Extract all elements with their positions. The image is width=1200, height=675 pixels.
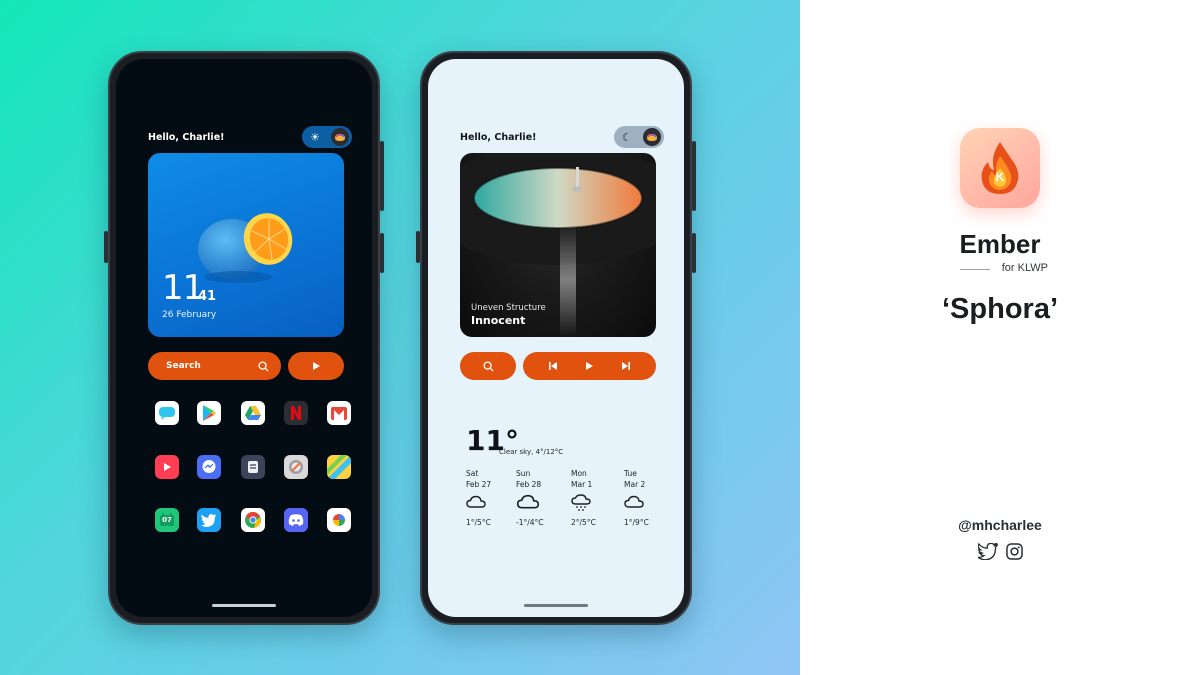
gmail-icon[interactable] [327, 401, 351, 425]
forecast-range: -1°/4°C [516, 518, 544, 527]
theme-toggle[interactable]: ☀ [302, 126, 352, 148]
author-handle[interactable]: @mhcharlee [900, 517, 1100, 533]
forecast-date: Mar 2 [624, 480, 646, 489]
dark-phone: Hello, Charlie! ☀ 11 41 26 February Sear… [104, 51, 384, 625]
palette-icon [643, 128, 661, 146]
theme-toggle[interactable]: ☾ [614, 126, 664, 148]
calendar-icon[interactable]: 07 [155, 508, 179, 532]
photos-icon[interactable] [327, 508, 351, 532]
forecast-day: Sat Feb 27 1°/5°C [466, 469, 516, 527]
play-button[interactable] [585, 361, 594, 371]
cloud-icon [466, 494, 516, 514]
forecast-day: Sun Feb 28 -1°/4°C [516, 469, 566, 527]
light-screen: Hello, Charlie! ☾ Uneven Structure Innoc… [428, 59, 684, 617]
clock-date: 26 February [162, 310, 217, 320]
discord-icon[interactable] [284, 508, 308, 532]
notes-icon[interactable] [241, 455, 265, 479]
weather-description: Clear sky, 4°/12°C [499, 448, 564, 456]
netflix-icon[interactable] [284, 401, 308, 425]
sun-icon: ☀ [310, 130, 320, 144]
forecast-day: Mon Mar 1 2°/5°C [571, 469, 621, 527]
volume-button [380, 233, 384, 273]
dark-screen: Hello, Charlie! ☀ 11 41 26 February Sear… [116, 59, 372, 617]
forecast-day: Tue Mar 2 1°/9°C [624, 469, 674, 527]
track-artist: Uneven Structure [471, 303, 546, 313]
instagram-icon[interactable] [1006, 543, 1023, 560]
camera-icon[interactable] [284, 455, 308, 479]
twitter-icon[interactable] [978, 543, 998, 560]
play-button[interactable] [288, 352, 344, 380]
forecast-day-name: Sat [466, 469, 479, 478]
previous-track-button[interactable] [548, 361, 558, 371]
calendar-date: 07 [162, 516, 172, 524]
forecast-day-name: Mon [571, 469, 587, 478]
youtube-icon[interactable] [155, 455, 179, 479]
forecast-date: Mar 1 [571, 480, 593, 489]
play-store-icon[interactable] [197, 401, 221, 425]
search-button[interactable]: Search [148, 352, 281, 380]
wallpaper-gradient: Hello, Charlie! ☀ 11 41 26 February Sear… [0, 0, 800, 675]
messenger-icon[interactable] [197, 455, 221, 479]
track-title: Innocent [471, 314, 526, 327]
maps-icon[interactable] [327, 455, 351, 479]
theme-name: ‘Sphora’ [941, 293, 1058, 325]
music-card[interactable]: Uneven Structure Innocent [460, 153, 656, 337]
side-key [104, 231, 108, 263]
brand-subtitle: for KLWP [1001, 262, 1048, 274]
greeting-text: Hello, Charlie! [460, 132, 537, 143]
play-icon [312, 362, 320, 370]
forecast-range: 1°/5°C [466, 518, 491, 527]
social-links [978, 543, 1023, 560]
forecast-date: Feb 27 [466, 480, 492, 489]
cloud-icon [516, 494, 566, 514]
palette-icon [331, 128, 349, 146]
next-track-button[interactable] [621, 361, 631, 371]
volume-button [692, 233, 696, 273]
home-indicator[interactable] [524, 604, 588, 607]
cloud-icon [624, 494, 674, 514]
clock-card[interactable]: 11 41 26 February [148, 153, 344, 337]
forecast-range: 1°/9°C [624, 518, 649, 527]
search-button[interactable] [460, 352, 516, 380]
forecast-date: Feb 28 [516, 480, 542, 489]
drive-icon[interactable] [241, 401, 265, 425]
chrome-icon[interactable] [241, 508, 265, 532]
forecast-day-name: Sun [516, 469, 531, 478]
forecast-range: 2°/5°C [571, 518, 596, 527]
greeting-text: Hello, Charlie! [148, 132, 225, 143]
clock-minute: 41 [198, 289, 217, 304]
media-controls [523, 352, 656, 380]
logo-letter: K [995, 170, 1005, 184]
power-button [380, 141, 384, 211]
search-icon [258, 360, 269, 372]
messages-icon[interactable] [155, 401, 179, 425]
light-phone: Hello, Charlie! ☾ Uneven Structure Innoc… [416, 51, 696, 625]
snow-cloud-icon [571, 494, 621, 514]
flame-icon [981, 142, 1019, 194]
home-indicator[interactable] [212, 604, 276, 607]
search-label: Search [166, 361, 201, 371]
moon-icon: ☾ [622, 130, 632, 144]
forecast-day-name: Tue [624, 469, 637, 478]
side-key [416, 231, 420, 263]
ember-logo: K [960, 128, 1040, 208]
brand-name: Ember [959, 229, 1041, 259]
power-button [692, 141, 696, 211]
twitter-icon[interactable] [197, 508, 221, 532]
search-icon [482, 360, 494, 372]
